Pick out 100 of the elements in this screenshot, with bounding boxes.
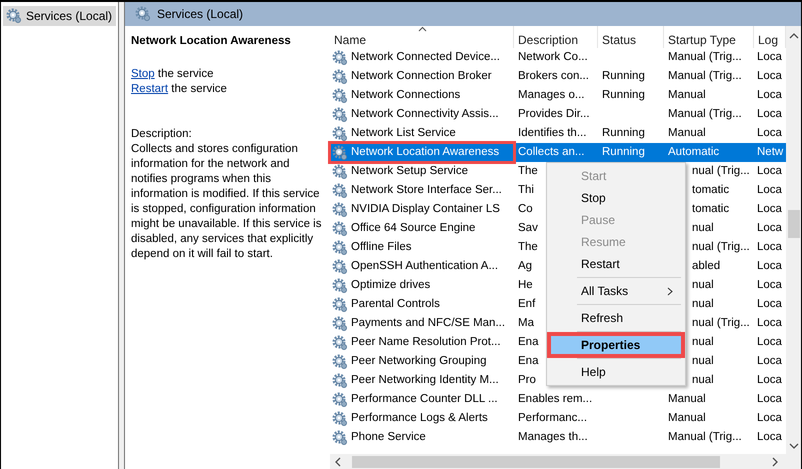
horizontal-scrollbar[interactable]	[330, 454, 801, 469]
service-gear-icon	[332, 372, 348, 388]
log-on-cell-text: Loca	[756, 411, 783, 426]
scroll-thumb[interactable]	[352, 456, 720, 468]
startup-type-cell-text: abled	[691, 259, 722, 274]
column-header[interactable]: Name	[330, 26, 514, 48]
name-cell: OpenSSH Authentication A...	[330, 257, 514, 276]
log-on-cell-text: Loca	[756, 354, 783, 369]
service-gear-icon	[332, 240, 348, 256]
startup-type-cell-text: nual	[691, 297, 715, 312]
name-cell: Phone Service	[330, 428, 514, 447]
service-gear-icon	[332, 334, 348, 350]
table-row[interactable]: Phone Service Manages th... Manual (Trig... Loca	[330, 428, 786, 447]
log-on-cell-text: Loca	[756, 373, 783, 388]
log-on-cell-text: Loca	[756, 259, 783, 274]
vertical-scrollbar[interactable]	[786, 26, 801, 454]
log-on-cell-text: Loca	[756, 335, 783, 350]
log-on-cell-text: Loca	[756, 183, 783, 198]
log-on-cell-text: Loca	[756, 392, 783, 407]
table-row[interactable]: Network Connection Broker Brokers con... Running Manual (Trig... Loca	[330, 67, 786, 86]
menu-item[interactable]: Restart	[549, 253, 683, 275]
log-on-cell-text: Loca	[756, 316, 783, 331]
name-cell: Network Connectivity Assis...	[330, 105, 514, 124]
menu-item[interactable]: Help	[549, 361, 683, 383]
startup-type-cell-text: nual	[691, 278, 715, 293]
startup-type-cell-text: Manual (Trig...	[667, 430, 743, 445]
column-header[interactable]: Status	[598, 26, 664, 48]
action-text: Stop the service	[131, 67, 214, 82]
table-row[interactable]: Network Connectivity Assis... Provides Dir... Manual (Trig... Loca	[330, 105, 786, 124]
service-gear-icon	[332, 392, 348, 408]
log-on-cell-text: Loca	[756, 202, 783, 217]
service-gear-icon	[332, 430, 348, 446]
service-gear-icon	[332, 354, 348, 370]
log-on-cell-text: Loca	[756, 164, 783, 179]
description-cell-text: Ena	[517, 354, 540, 369]
action-link[interactable]: Stop	[131, 68, 155, 80]
menu-item[interactable]: Refresh	[549, 307, 683, 329]
service-gear-icon	[332, 182, 348, 198]
name-cell: Network List Service	[330, 124, 514, 143]
name-cell: Peer Name Resolution Prot...	[330, 333, 514, 352]
startup-type-cell-text: Manual	[667, 411, 707, 426]
startup-type-cell-text: Manual (Trig...	[667, 107, 743, 122]
column-header[interactable]: Startup Type	[664, 26, 754, 48]
log-on-cell-text: Loca	[756, 430, 783, 445]
panel-title: Services (Local)	[157, 7, 244, 21]
startup-type-cell-text: Automatic	[667, 145, 720, 160]
table-row[interactable]: Network Connections Manages o... Running Manual Loca	[330, 86, 786, 105]
log-on-cell-text: Loca	[756, 240, 783, 255]
name-cell: Network Connections	[330, 86, 514, 105]
table-row[interactable]: Network Location Awareness Collects an... Running Automatic Netw	[330, 143, 786, 162]
table-row[interactable]: Performance Counter DLL ... Enables rem... Manual Loca	[330, 390, 786, 409]
startup-type-cell-text: tomatic	[691, 202, 730, 217]
action-link[interactable]: Restart	[131, 83, 168, 95]
description-cell-text: Sav	[517, 221, 539, 236]
startup-type-cell-text: Manual	[667, 126, 707, 141]
service-gear-icon	[332, 220, 348, 236]
startup-type-cell-text: Manual (Trig...	[667, 50, 743, 65]
scroll-up-icon[interactable]	[788, 32, 798, 40]
startup-type-cell-text: Manual	[667, 392, 707, 407]
description-cell-text: Brokers con...	[517, 69, 590, 84]
description-cell-text: He	[517, 278, 534, 293]
service-gear-icon	[332, 258, 348, 274]
service-gear-icon	[332, 50, 348, 66]
column-header[interactable]: Description	[514, 26, 598, 48]
tree-item[interactable]: Services (Local)	[3, 6, 116, 26]
description-cell-text: Ena	[517, 335, 540, 350]
name-cell: Network Store Interface Ser...	[330, 181, 514, 200]
description-cell-text: Pro	[517, 373, 537, 388]
startup-type-cell-text: nual	[691, 221, 715, 236]
scroll-down-icon[interactable]	[788, 442, 798, 450]
name-cell: Peer Networking Grouping	[330, 352, 514, 371]
menu-item[interactable]: Stop	[549, 187, 683, 209]
table-row[interactable]: Network Connected Device... Network Co... Manual (Trig... Loca	[330, 48, 786, 67]
description-cell-text: Network Co...	[517, 50, 589, 65]
scroll-left-icon[interactable]	[334, 456, 342, 466]
name-cell: Offline Files	[330, 238, 514, 257]
description-cell-text: Co	[517, 202, 534, 217]
table-row[interactable]: Performance Logs & Alerts Performanc... Manual Loca	[330, 409, 786, 428]
service-gear-icon	[332, 68, 348, 84]
menu-item[interactable]: All Tasks	[549, 280, 683, 302]
description-cell-text: Thi	[517, 183, 535, 198]
description-text: Collects and stores configuration information for the network and notifies programs when this information is modified. If this service is stopped, configuration information might be unavailable. If this service is disabled, any services that explicitly depend on it will fail to start.	[131, 142, 322, 262]
name-cell: Payments and NFC/SE Man...	[330, 314, 514, 333]
name-cell: Network Connected Device...	[330, 48, 514, 67]
action-text: Restart the service	[131, 82, 228, 97]
description-cell-text: Collects an...	[517, 145, 586, 160]
name-cell: NVIDIA Display Container LS	[330, 200, 514, 219]
description-cell-text: Performanc...	[517, 411, 588, 426]
name-cell: Parental Controls	[330, 295, 514, 314]
startup-type-cell-text: nual	[691, 354, 715, 369]
menu-item[interactable]: Properties	[549, 334, 683, 356]
scroll-thumb[interactable]	[788, 210, 800, 238]
startup-type-cell-text: nual (Trig...	[691, 316, 751, 331]
scroll-right-icon[interactable]	[771, 456, 779, 466]
table-row[interactable]: Network List Service Identifies th... Running Manual Loca	[330, 124, 786, 143]
description-cell-text: The	[517, 164, 539, 179]
name-cell: Network Setup Service	[330, 162, 514, 181]
description-cell-text: Ag	[517, 259, 534, 274]
name-cell: Performance Logs & Alerts	[330, 409, 514, 428]
name-cell: Performance Counter DLL ...	[330, 390, 514, 409]
